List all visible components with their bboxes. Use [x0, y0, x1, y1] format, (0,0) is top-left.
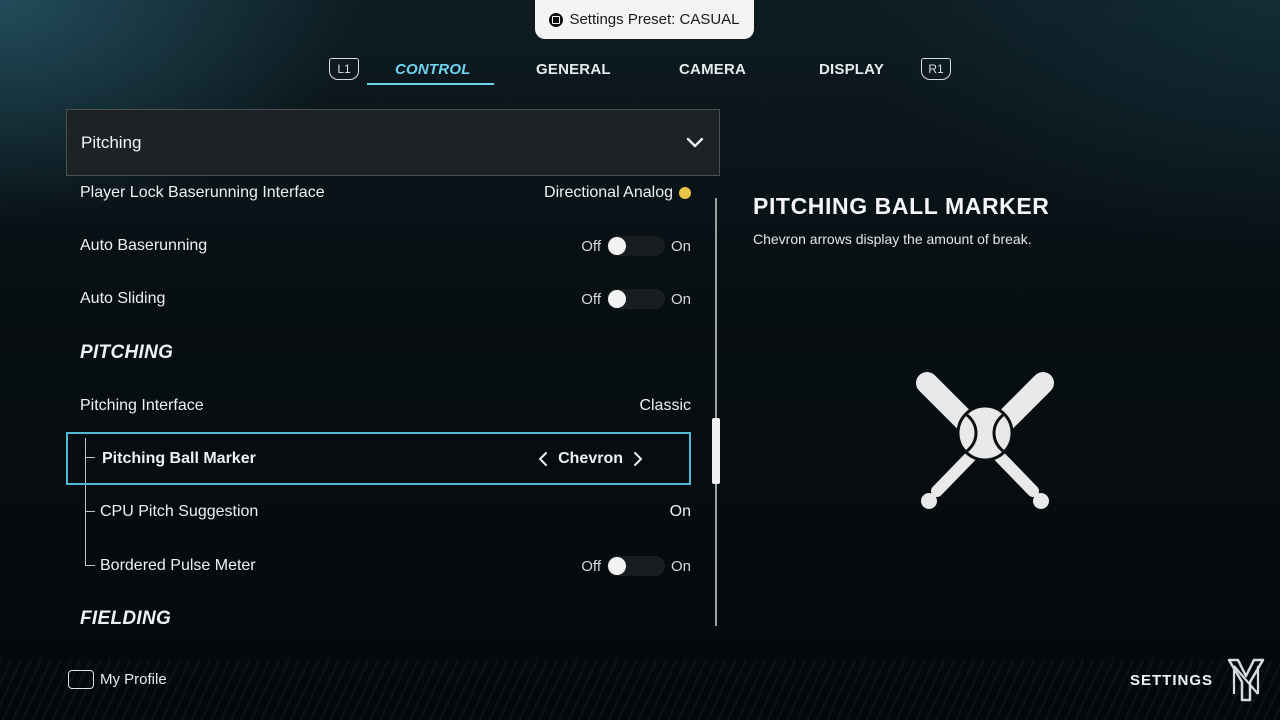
setting-label: Bordered Pulse Meter — [100, 557, 256, 574]
setting-value: Classic — [639, 397, 691, 414]
setting-value: Directional Analog — [544, 184, 673, 201]
my-profile-button[interactable]: My Profile — [68, 670, 167, 689]
toggle-track[interactable] — [606, 236, 665, 256]
category-dropdown-value: Pitching — [81, 132, 142, 152]
chevron-down-icon — [686, 137, 704, 148]
setting-label: Auto Sliding — [80, 290, 166, 307]
setting-label: CPU Pitch Suggestion — [100, 503, 259, 520]
setting-label: Pitching Ball Marker — [102, 449, 256, 467]
chevron-right-icon[interactable] — [633, 451, 643, 466]
toggle-on-label: On — [670, 557, 691, 575]
toggle-on-label: On — [670, 237, 691, 255]
setting-value: On — [669, 503, 691, 520]
setting-row-pitching-ball-marker[interactable]: Pitching Ball Marker Chevron — [66, 432, 691, 485]
section-heading-fielding: FIELDING — [80, 608, 172, 628]
setting-value: Chevron — [558, 449, 623, 467]
option-selector[interactable]: Chevron — [538, 450, 643, 468]
setting-row-cpu-pitch-suggestion[interactable]: CPU Pitch Suggestion On — [66, 487, 691, 537]
settings-preset-label: Settings Preset: CASUAL — [569, 11, 740, 28]
my-profile-label: My Profile — [100, 671, 167, 688]
setting-row-pitching-interface[interactable]: Pitching Interface Classic — [66, 381, 691, 431]
touchpad-button-icon — [68, 670, 94, 689]
scrollbar-track[interactable] — [715, 198, 717, 626]
toggle-off-label: Off — [581, 290, 601, 308]
setting-row-auto-baserunning[interactable]: Auto Baserunning Off On — [66, 221, 691, 271]
settings-list[interactable]: Player Lock Baserunning Interface Direct… — [66, 176, 720, 628]
setting-row-bordered-pulse-meter[interactable]: Bordered Pulse Meter Off On — [66, 541, 691, 591]
toggle-knob[interactable] — [607, 237, 626, 255]
detail-title: PITCHING BALL MARKER — [753, 193, 1050, 219]
toggle-off-label: Off — [581, 237, 601, 255]
bordered-pulse-meter-toggle[interactable]: Off On — [581, 556, 691, 576]
l1-bumper-icon[interactable]: L1 — [329, 58, 359, 80]
setting-label: Auto Baserunning — [80, 237, 208, 254]
setting-label: Pitching Interface — [80, 397, 204, 414]
toggle-off-label: Off — [581, 557, 601, 575]
auto-sliding-toggle[interactable]: Off On — [581, 289, 691, 309]
toggle-knob[interactable] — [607, 557, 626, 575]
toggle-knob[interactable] — [607, 290, 626, 308]
screen-title: SETTINGS — [1129, 672, 1213, 689]
tab-general[interactable]: GENERAL — [536, 61, 611, 78]
warning-dot-icon — [679, 187, 691, 199]
scrollbar-thumb[interactable] — [712, 418, 720, 484]
section-heading-pitching: PITCHING — [80, 342, 174, 363]
active-tab-indicator — [367, 83, 494, 85]
square-button-icon — [549, 12, 564, 27]
detail-description: Chevron arrows display the amount of bre… — [753, 231, 1032, 247]
toggle-track[interactable] — [606, 556, 665, 576]
auto-baserunning-toggle[interactable]: Off On — [581, 236, 691, 256]
tab-camera[interactable]: CAMERA — [679, 61, 746, 78]
category-dropdown[interactable]: Pitching — [66, 109, 720, 176]
tab-bar: L1 CONTROL GENERAL CAMERA DISPLAY R1 — [0, 58, 1280, 90]
setting-row-auto-sliding[interactable]: Auto Sliding Off On — [66, 274, 691, 324]
tab-display[interactable]: DISPLAY — [819, 61, 884, 78]
setting-row-player-lock-baserunning[interactable]: Player Lock Baserunning Interface Direct… — [66, 176, 691, 218]
toggle-on-label: On — [670, 290, 691, 308]
r1-bumper-icon[interactable]: R1 — [921, 58, 951, 80]
background-pattern — [0, 660, 1280, 720]
settings-preset-indicator[interactable]: Settings Preset: CASUAL — [535, 0, 754, 39]
toggle-track[interactable] — [606, 289, 665, 309]
chevron-left-icon[interactable] — [538, 451, 548, 466]
team-logo — [1227, 658, 1265, 702]
crossed-bats-baseball-icon — [916, 372, 1054, 509]
tab-control[interactable]: CONTROL — [395, 61, 471, 78]
